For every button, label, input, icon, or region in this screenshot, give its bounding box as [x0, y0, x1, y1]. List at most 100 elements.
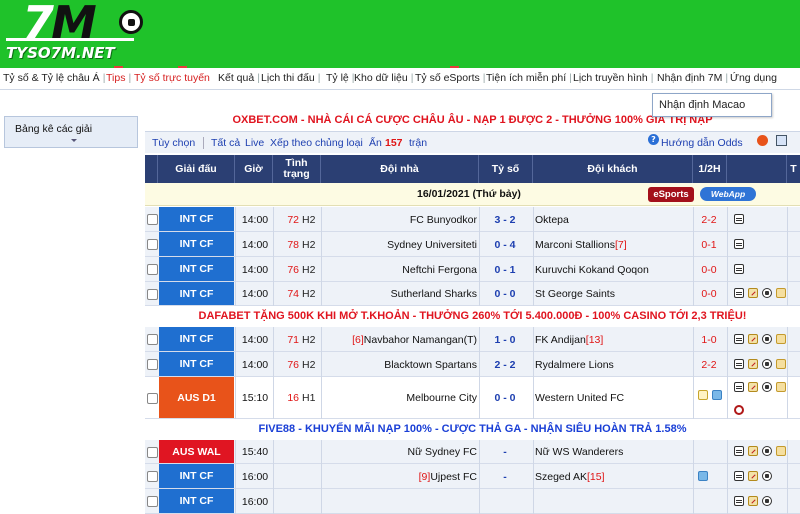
- odds-icon[interactable]: [776, 382, 786, 392]
- home-team[interactable]: Blacktown Spartans: [321, 359, 477, 371]
- standings-icon[interactable]: [734, 496, 744, 506]
- league-badge[interactable]: AUS D1: [159, 377, 234, 418]
- nav-item-livescore[interactable]: Tỷ số trực tuyến: [134, 72, 210, 84]
- standings-icon[interactable]: [734, 264, 744, 274]
- promo-banner-dafabet[interactable]: DAFABET TẶNG 500K KHI MỞ T.KHOẢN - THƯỞN…: [145, 306, 800, 326]
- filter-all[interactable]: Tất cả: [211, 137, 240, 149]
- filter-custom[interactable]: Tùy chọn: [152, 137, 195, 149]
- home-team[interactable]: FC Bunyodkor: [321, 214, 477, 226]
- league-list-panel[interactable]: Bảng kê các giải: [4, 116, 138, 148]
- standings-icon[interactable]: [734, 446, 744, 456]
- match-score[interactable]: -: [479, 446, 531, 458]
- away-team[interactable]: Szeged AK[15]: [535, 471, 690, 483]
- match-checkbox[interactable]: [147, 334, 158, 345]
- promo-banner-five88[interactable]: FIVE88 - KHUYẾN MÃI NẠP 100% - CƯỢC THẢ …: [145, 419, 800, 439]
- home-team[interactable]: [6]Navbahor Namangan(T): [321, 334, 477, 346]
- match-score[interactable]: -: [479, 471, 531, 483]
- away-team[interactable]: Nữ WS Wanderers: [535, 446, 690, 458]
- league-badge[interactable]: INT CF: [159, 352, 234, 376]
- nav-item-apps[interactable]: Ứng dụng: [730, 72, 777, 84]
- match-score[interactable]: 0 - 0: [479, 392, 531, 404]
- league-badge[interactable]: AUS WAL: [159, 440, 234, 463]
- nav-item-7m-predictions[interactable]: Nhận định 7M: [657, 72, 728, 84]
- filter-sort-type[interactable]: Xếp theo chủng loại: [270, 137, 363, 149]
- settings-icon[interactable]: [776, 135, 787, 146]
- match-score[interactable]: 0 - 1: [479, 264, 531, 276]
- league-badge[interactable]: INT CF: [159, 257, 234, 281]
- analysis-icon[interactable]: [762, 471, 772, 481]
- home-team[interactable]: Nữ Sydney FC: [321, 446, 477, 458]
- home-team[interactable]: Sydney Universiteti: [321, 239, 477, 251]
- match-score[interactable]: 2 - 2: [479, 359, 531, 371]
- lineup-icon[interactable]: [748, 471, 758, 481]
- away-team[interactable]: Kuruvchi Kokand Qoqon: [535, 264, 690, 276]
- standings-icon[interactable]: [734, 359, 744, 369]
- webapp-button[interactable]: WebApp: [700, 187, 756, 201]
- lineup-icon[interactable]: [748, 288, 758, 298]
- odds-icon[interactable]: [776, 334, 786, 344]
- nav-item-asian-odds[interactable]: Tỷ số & Tỷ lệ châu Á: [3, 72, 105, 84]
- away-team[interactable]: Western United FC: [535, 392, 690, 404]
- lineup-icon[interactable]: [748, 334, 758, 344]
- match-checkbox[interactable]: [147, 264, 158, 275]
- nav-item-database[interactable]: Kho dữ liệu: [354, 72, 413, 84]
- standings-icon[interactable]: [734, 288, 744, 298]
- lineup-icon[interactable]: [748, 496, 758, 506]
- nav-item-results[interactable]: Kết quả: [218, 72, 260, 84]
- analysis-icon[interactable]: [762, 382, 772, 392]
- filter-live[interactable]: Live: [245, 137, 264, 149]
- analysis-icon[interactable]: [762, 446, 772, 456]
- odds-icon[interactable]: [776, 359, 786, 369]
- league-badge[interactable]: INT CF: [159, 232, 234, 256]
- away-team[interactable]: St George Saints: [535, 288, 690, 300]
- home-team[interactable]: Neftchi Fergona: [321, 264, 477, 276]
- match-score[interactable]: 0 - 4: [479, 239, 531, 251]
- analysis-icon[interactable]: [762, 496, 772, 506]
- league-badge[interactable]: INT CF: [159, 207, 234, 231]
- analysis-icon[interactable]: [762, 359, 772, 369]
- nav-item-tv[interactable]: Lịch truyền hình: [573, 72, 653, 84]
- home-team[interactable]: [9]Ujpest FC: [321, 471, 477, 483]
- odds-guide-link[interactable]: Hướng dẫn Odds: [661, 137, 743, 149]
- webapp-icon[interactable]: [712, 390, 722, 400]
- lineup-icon[interactable]: [748, 446, 758, 456]
- match-checkbox[interactable]: [147, 359, 158, 370]
- standings-icon[interactable]: [734, 471, 744, 481]
- league-badge[interactable]: INT CF: [159, 327, 234, 351]
- nav-item-tips[interactable]: Tips: [106, 72, 131, 84]
- match-score[interactable]: 1 - 0: [479, 334, 531, 346]
- esports-button[interactable]: eSports: [648, 187, 694, 202]
- lineup-icon[interactable]: [748, 382, 758, 392]
- match-checkbox[interactable]: [147, 471, 158, 482]
- nav-dropdown-macao[interactable]: Nhận định Macao: [652, 93, 772, 117]
- nav-item-odds[interactable]: Tỷ lệ: [326, 72, 355, 84]
- refresh-icon[interactable]: [757, 135, 768, 146]
- analysis-icon[interactable]: [762, 334, 772, 344]
- search-icon[interactable]: [734, 405, 744, 415]
- filter-hide[interactable]: Ẩn: [369, 137, 382, 149]
- odds-icon[interactable]: [776, 288, 786, 298]
- site-logo[interactable]: 7M TYSO7M.NET: [2, 0, 152, 68]
- standings-icon[interactable]: [734, 214, 744, 224]
- home-team[interactable]: Sutherland Sharks: [321, 288, 477, 300]
- standings-icon[interactable]: [734, 239, 744, 249]
- nav-item-tools[interactable]: Tiện ích miễn phí: [486, 72, 572, 84]
- away-team[interactable]: FK Andijan[13]: [535, 334, 690, 346]
- league-badge[interactable]: INT CF: [159, 464, 234, 488]
- nav-item-fixtures[interactable]: Lịch thi đấu: [261, 72, 320, 84]
- away-team[interactable]: Marconi Stallions[7]: [535, 239, 690, 251]
- league-badge[interactable]: INT CF: [159, 489, 234, 513]
- standings-icon[interactable]: [734, 334, 744, 344]
- league-badge[interactable]: INT CF: [159, 282, 234, 305]
- nav-item-esports[interactable]: Tỷ số eSports: [415, 72, 486, 84]
- away-team[interactable]: Oktepa: [535, 214, 690, 226]
- match-checkbox[interactable]: [147, 447, 158, 458]
- match-checkbox[interactable]: [147, 393, 158, 404]
- lineup-icon[interactable]: [748, 359, 758, 369]
- away-team[interactable]: Rydalmere Lions: [535, 359, 690, 371]
- odds-icon[interactable]: [776, 446, 786, 456]
- match-checkbox[interactable]: [147, 214, 158, 225]
- match-checkbox[interactable]: [147, 289, 158, 300]
- match-score[interactable]: 3 - 2: [479, 214, 531, 226]
- tv-icon[interactable]: [698, 390, 708, 400]
